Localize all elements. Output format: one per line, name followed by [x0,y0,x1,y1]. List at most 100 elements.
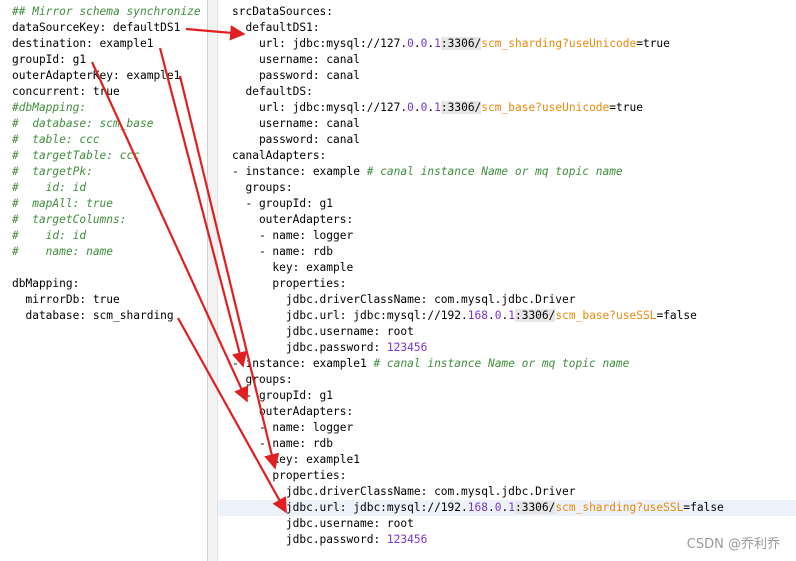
right-code-line[interactable]: username: canal [232,116,796,132]
right-editor-pane[interactable]: srcDataSources: defaultDS1: url: jdbc:my… [218,0,796,561]
right-code-line[interactable]: properties: [232,276,796,292]
right-code-line[interactable]: jdbc.url: jdbc:mysql://192.168.0.1:3306/… [232,308,796,324]
left-code-token: # table: ccc [12,133,100,146]
right-code-line[interactable]: - name: logger [232,228,796,244]
right-code-line[interactable]: username: canal [232,52,796,68]
right-code-line[interactable]: srcDataSources: [232,4,796,20]
left-code-token: # mapAll: true [12,197,114,210]
right-code-token: 1 [508,309,515,322]
right-code-line[interactable]: url: jdbc:mysql://127.0.0.1:3306/scm_bas… [232,100,796,116]
right-code-line[interactable]: key: example [232,260,796,276]
left-code-line[interactable]: dbMapping: [12,276,207,292]
right-code-line[interactable]: properties: [232,468,796,484]
right-code-line[interactable]: - name: rdb [232,436,796,452]
right-code-token: :3306/ [440,101,482,114]
left-code-token: destination: example1 [12,37,154,50]
right-code-line[interactable]: jdbc.username: root [232,516,796,532]
right-code-token: key: example1 [232,453,360,466]
left-code-line[interactable]: # table: ccc [12,132,207,148]
right-code-line[interactable]: - name: rdb [232,244,796,260]
left-code-token: # targetPk: [12,165,93,178]
right-code-line[interactable]: - instance: example # canal instance Nam… [232,164,796,180]
left-code-token: #dbMapping: [12,101,87,114]
right-code-line[interactable]: key: example1 [232,452,796,468]
left-code-line[interactable]: # database: scm_base [12,116,207,132]
left-editor-pane[interactable]: ## Mirror schema synchronize dataSourceKe… [0,0,207,561]
left-code-token: concurrent: true [12,85,120,98]
right-code-line[interactable]: - name: logger [232,420,796,436]
right-code-token: 1 [434,37,441,50]
right-code-line[interactable]: outerAdapters: [232,404,796,420]
right-code-token: :3306/ [514,501,556,514]
right-code-token: =true [636,37,670,50]
right-code-token: properties: [232,277,347,290]
right-code-line[interactable]: defaultDS1: [232,20,796,36]
right-code-token: - groupId: g1 [232,389,334,402]
right-code-line[interactable]: jdbc.driverClassName: com.mysql.jdbc.Dri… [232,484,796,500]
left-code-line[interactable]: # targetTable: ccc [12,148,207,164]
left-code-token: dataSourceKey: defaultDS1 [12,21,181,34]
right-code-token: - name: rdb [232,437,334,450]
left-code-token: # targetTable: ccc [12,149,140,162]
right-code-token: password: canal [232,69,360,82]
right-code-token: - groupId: g1 [232,197,334,210]
left-code-line[interactable]: # id: id [12,180,207,196]
left-code-line[interactable]: groupId: g1 [12,52,207,68]
right-code-line[interactable]: password: canal [232,68,796,84]
left-code-line[interactable]: #dbMapping: [12,100,207,116]
right-code-token: password: canal [232,133,360,146]
left-code-lines: ## Mirror schema synchronize dataSourceKe… [12,4,207,324]
right-code-line[interactable]: outerAdapters: [232,212,796,228]
right-code-token: username: canal [232,117,360,130]
right-code-line[interactable]: - groupId: g1 [232,388,796,404]
right-code-token: 123456 [386,341,428,354]
left-code-line[interactable]: dataSourceKey: defaultDS1 [12,20,207,36]
left-code-token: groupId: g1 [12,53,87,66]
right-code-line[interactable]: jdbc.username: root [232,324,796,340]
left-code-token: outerAdapterKey: example1 [12,69,181,82]
right-code-token: 123456 [386,533,428,546]
right-code-token: 168 [467,309,488,322]
left-code-line[interactable]: ## Mirror schema synchronize [12,4,207,20]
right-code-token: 0 [407,37,414,50]
right-code-token: - name: logger [232,229,354,242]
right-code-token: jdbc.password: [232,341,387,354]
right-code-token: outerAdapters: [232,213,354,226]
left-code-line[interactable]: database: scm_sharding [12,308,207,324]
right-code-lines: srcDataSources: defaultDS1: url: jdbc:my… [218,4,796,548]
right-code-token: scm_sharding?useUnicode [481,37,637,50]
right-code-line[interactable]: jdbc.driverClassName: com.mysql.jdbc.Dri… [232,292,796,308]
right-code-token: srcDataSources: [232,5,334,18]
right-code-token: jdbc.username: root [232,517,414,530]
right-code-token: - name: logger [232,421,354,434]
right-code-line[interactable]: jdbc.url: jdbc:mysql://192.168.0.1:3306/… [218,500,796,516]
right-code-line[interactable]: url: jdbc:mysql://127.0.0.1:3306/scm_sha… [232,36,796,52]
left-code-line[interactable] [12,260,207,276]
right-code-line[interactable]: jdbc.password: 123456 [232,340,796,356]
left-code-line[interactable]: # name: name [12,244,207,260]
right-code-line[interactable]: groups: [232,372,796,388]
right-code-line[interactable]: groups: [232,180,796,196]
left-code-line[interactable]: mirrorDb: true [12,292,207,308]
pane-divider [207,0,208,561]
right-code-token: =false [656,309,697,322]
left-code-line[interactable]: # mapAll: true [12,196,207,212]
left-code-line[interactable]: # targetColumns: [12,212,207,228]
left-code-line[interactable]: outerAdapterKey: example1 [12,68,207,84]
left-code-token: mirrorDb: true [12,293,120,306]
right-code-token: . [413,101,421,114]
left-code-line[interactable]: destination: example1 [12,36,207,52]
left-code-line[interactable]: # targetPk: [12,164,207,180]
right-code-line[interactable]: - instance: example1 # canal instance Na… [232,356,796,372]
right-code-token: 1 [434,101,441,114]
right-code-line[interactable]: password: canal [232,132,796,148]
right-code-token: groups: [232,373,293,386]
right-code-line[interactable]: - groupId: g1 [232,196,796,212]
right-code-token: defaultDS: [232,85,313,98]
left-code-line[interactable]: concurrent: true [12,84,207,100]
right-code-token: url: jdbc:mysql://127. [232,37,408,50]
left-code-line[interactable]: # id: id [12,228,207,244]
right-code-line[interactable]: defaultDS: [232,84,796,100]
right-code-line[interactable]: canalAdapters: [232,148,796,164]
right-code-token: 168 [467,501,488,514]
